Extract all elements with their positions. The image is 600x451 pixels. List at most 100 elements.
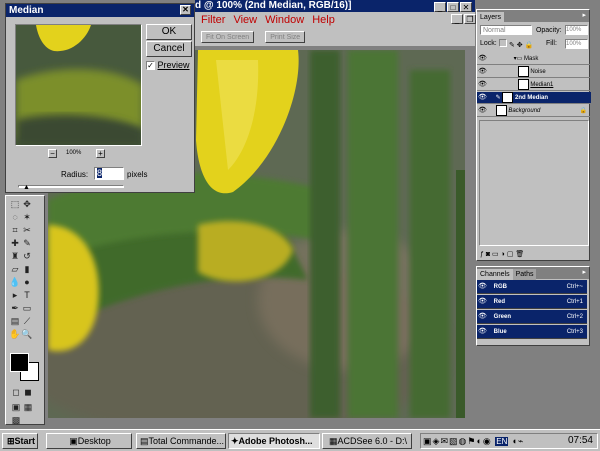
menu-window[interactable]: Window — [265, 12, 304, 28]
visibility-icon[interactable]: 👁 — [477, 66, 488, 77]
layer-row-background[interactable]: 👁 Background 🔒 — [477, 105, 591, 117]
trash-icon[interactable]: 🗑 — [515, 251, 524, 258]
fit-on-screen-button[interactable]: Fit On Screen — [201, 31, 255, 43]
zoom-out-button[interactable]: − — [48, 149, 57, 158]
doc-restore-icon[interactable]: ❐ — [464, 14, 476, 24]
network-icon[interactable]: ⌁ — [518, 436, 524, 446]
tab-paths[interactable]: Paths — [512, 269, 537, 280]
panel-menu-icon[interactable]: ▸ — [582, 10, 589, 21]
lock-brush-icon[interactable]: ✎ — [509, 42, 515, 49]
ok-button[interactable]: OK — [146, 24, 192, 40]
clock[interactable]: 07:54 — [568, 434, 593, 448]
screen-mode-full-icon[interactable]: ▦ — [22, 401, 34, 413]
dodge-tool-icon[interactable]: ● — [21, 276, 33, 288]
visibility-icon[interactable]: 👁 — [477, 310, 488, 321]
jump-to-imageready-icon[interactable]: ▩ — [10, 414, 22, 426]
visibility-icon[interactable]: 👁 — [477, 53, 488, 64]
opacity-input[interactable]: 100% — [565, 25, 588, 35]
lasso-tool-icon[interactable]: ◌ — [9, 211, 21, 223]
opacity-label: Opacity: — [535, 27, 562, 34]
maximize-icon[interactable]: □ — [447, 2, 459, 12]
preview-option[interactable]: ✓ Preview — [146, 60, 190, 71]
zoom-tool-icon[interactable]: 🔍 — [21, 328, 33, 340]
task-acdsee[interactable]: ▦ACDSee 6.0 - D:\ — [322, 433, 412, 449]
layer-row-median1[interactable]: 👁 Median1 — [477, 79, 591, 91]
visibility-icon[interactable]: 👁 — [477, 79, 488, 90]
tray-app-icon[interactable]: ◉ — [483, 436, 492, 446]
zoom-in-button[interactable]: + — [96, 149, 105, 158]
type-tool-icon[interactable]: T — [21, 289, 33, 301]
hand-tool-icon[interactable]: ✋ — [9, 328, 21, 340]
healing-brush-tool-icon[interactable]: ✚ — [9, 237, 21, 249]
dialog-close-icon[interactable]: ✕ — [180, 5, 191, 15]
blur-tool-icon[interactable]: 💧 — [9, 276, 21, 288]
notes-tool-icon[interactable]: ▤ — [9, 315, 21, 327]
language-indicator[interactable]: EN — [495, 437, 509, 446]
channel-row-blue[interactable]: 👁 Blue Ctrl+3 — [477, 325, 587, 339]
task-desktop[interactable]: ▣Desktop — [46, 433, 132, 449]
radius-slider-track[interactable] — [18, 185, 124, 188]
tray-app-icon[interactable]: ✉ — [440, 436, 449, 446]
menu-help[interactable]: Help — [312, 12, 335, 28]
radius-input[interactable]: 8 — [94, 167, 124, 180]
path-tool-icon[interactable]: ▸ — [9, 289, 21, 301]
preview-checkbox[interactable]: ✓ — [146, 61, 155, 71]
close-icon[interactable]: ✕ — [460, 2, 472, 12]
adjustment-layer-icon[interactable]: ◑ — [501, 251, 505, 258]
tray-app-icon[interactable]: ▣ — [423, 436, 433, 446]
cancel-button[interactable]: Cancel — [146, 41, 192, 57]
magic-wand-tool-icon[interactable]: ✶ — [21, 211, 33, 223]
task-photoshop[interactable]: ✦Adobe Photosh... — [228, 433, 320, 449]
filter-preview[interactable] — [15, 24, 142, 146]
layer-row-2nd-median[interactable]: 👁 ✎ 2nd Median — [477, 92, 591, 104]
lock-all-icon[interactable]: 🔒 — [525, 42, 534, 49]
lock-transparency-icon[interactable] — [499, 39, 507, 47]
shape-tool-icon[interactable]: ▭ — [21, 302, 33, 314]
visibility-icon[interactable]: 👁 — [477, 325, 488, 336]
visibility-icon[interactable]: 👁 — [477, 105, 488, 116]
add-mask-icon[interactable]: ◙ — [486, 251, 490, 258]
marquee-tool-icon[interactable]: ⬚ — [9, 198, 21, 210]
menu-filter[interactable]: Filter — [201, 12, 225, 28]
gradient-tool-icon[interactable]: ▮ — [21, 263, 33, 275]
tray-app-icon[interactable]: ▧ — [449, 436, 459, 446]
channel-row-rgb[interactable]: 👁 RGB Ctrl+~ — [477, 280, 587, 294]
layer-row-mask[interactable]: 👁 ▾▭ Mask — [477, 53, 591, 65]
history-brush-tool-icon[interactable]: ↺ — [21, 250, 33, 262]
screen-mode-standard-icon[interactable]: ▣ — [10, 401, 22, 413]
tab-layers[interactable]: Layers — [477, 12, 505, 23]
channel-row-red[interactable]: 👁 Red Ctrl+1 — [477, 295, 587, 309]
task-total-commander[interactable]: ▤Total Commande... — [136, 433, 226, 449]
stamp-tool-icon[interactable]: ♜ — [9, 250, 21, 262]
layer-row-noise[interactable]: 👁 Noise — [477, 66, 591, 78]
move-tool-icon[interactable]: ✥ — [21, 198, 33, 210]
channel-row-green[interactable]: 👁 Green Ctrl+2 — [477, 310, 587, 324]
visibility-icon[interactable]: 👁 — [477, 92, 488, 103]
print-size-button[interactable]: Print Size — [265, 31, 306, 43]
slice-tool-icon[interactable]: ✂ — [21, 224, 33, 236]
fill-input[interactable]: 100% — [565, 39, 588, 49]
lock-move-icon[interactable]: ✥ — [517, 42, 523, 49]
menu-view[interactable]: View — [233, 12, 257, 28]
visibility-icon[interactable]: 👁 — [477, 280, 488, 291]
panel-menu-icon[interactable]: ▸ — [582, 267, 589, 278]
preview-label: Preview — [157, 60, 190, 70]
eyedropper-tool-icon[interactable]: ⟋ — [21, 315, 33, 327]
radius-slider-handle[interactable]: ▲ — [23, 184, 30, 191]
standard-mode-icon[interactable]: ◻ — [10, 386, 22, 398]
new-set-icon[interactable]: ▭ — [492, 251, 499, 258]
blend-mode-select[interactable]: Normal — [480, 25, 532, 35]
pen-tool-icon[interactable]: ✒ — [9, 302, 21, 314]
brush-tool-icon[interactable]: ✎ — [21, 237, 33, 249]
crop-tool-icon[interactable]: ⌗ — [9, 224, 21, 236]
new-layer-icon[interactable]: ▢ — [507, 251, 514, 258]
doc-minimize-icon[interactable]: _ — [451, 14, 463, 24]
visibility-icon[interactable]: 👁 — [477, 295, 488, 306]
start-button[interactable]: ⊞Start — [2, 433, 38, 449]
eraser-tool-icon[interactable]: ▱ — [9, 263, 21, 275]
quick-mask-icon[interactable]: ◼ — [22, 386, 34, 398]
dialog-title-bar[interactable]: Median ✕ — [6, 4, 194, 17]
layer-style-icon[interactable]: ƒ — [480, 251, 484, 258]
minimize-icon[interactable]: _ — [434, 2, 446, 12]
tab-channels[interactable]: Channels — [477, 269, 513, 280]
